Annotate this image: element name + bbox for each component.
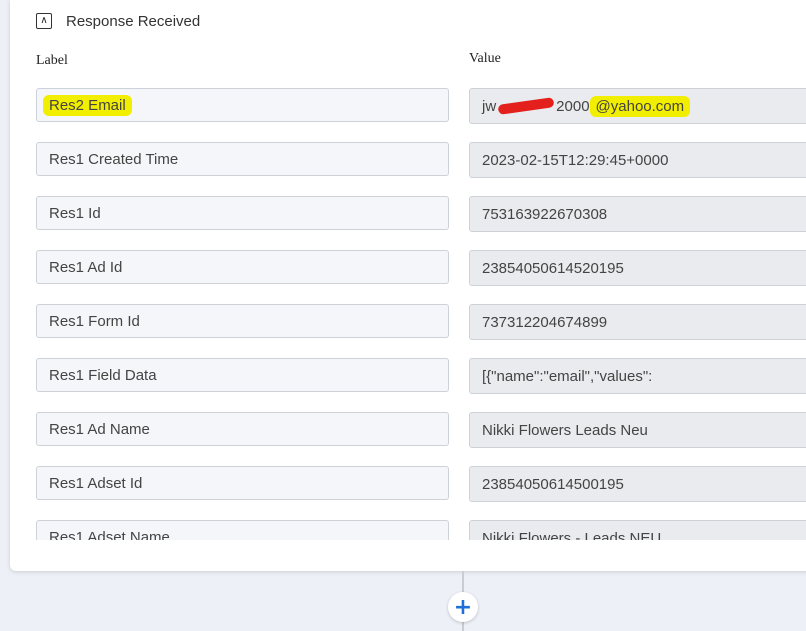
table-row: Res1 Ad Name Nikki Flowers Leads Neu <box>10 412 806 448</box>
label-field[interactable]: Res1 Adset Name <box>36 520 449 540</box>
field-list[interactable]: Res2 Email jw 2000 @yahoo.com Res1 Creat… <box>10 0 806 540</box>
value-text-mid: 2000 <box>556 97 590 115</box>
label-field[interactable]: Res1 Id <box>36 196 449 230</box>
table-row: Res1 Form Id 737312204674899 <box>10 304 806 340</box>
table-row: Res2 Email jw 2000 @yahoo.com <box>10 88 806 124</box>
label-field[interactable]: Res1 Adset Id <box>36 466 449 500</box>
label-text: Res2 Email <box>43 94 132 116</box>
table-row: Res1 Adset Name Nikki Flowers - Leads NE… <box>10 520 806 540</box>
plus-icon[interactable]: + <box>448 592 478 622</box>
response-card: ∧ Response Received Label Value Res2 Ema… <box>10 0 806 571</box>
label-field[interactable]: Res1 Form Id <box>36 304 449 338</box>
value-field[interactable]: 2023-02-15T12:29:45+0000 <box>469 142 806 178</box>
label-field[interactable]: Res2 Email <box>36 88 449 122</box>
value-field[interactable]: 23854050614500195 <box>469 466 806 502</box>
value-text-start: jw <box>482 97 497 115</box>
redaction-mark <box>497 97 555 115</box>
value-field[interactable]: jw 2000 @yahoo.com <box>469 88 806 124</box>
table-row: Res1 Ad Id 23854050614520195 <box>10 250 806 286</box>
value-field[interactable]: 23854050614520195 <box>469 250 806 286</box>
value-field[interactable]: Nikki Flowers - Leads NEU <box>469 520 806 540</box>
value-field[interactable]: [{"name":"email","values": <box>469 358 806 394</box>
label-field[interactable]: Res1 Created Time <box>36 142 449 176</box>
label-field[interactable]: Res1 Ad Name <box>36 412 449 446</box>
label-field[interactable]: Res1 Ad Id <box>36 250 449 284</box>
value-text-end: @yahoo.com <box>589 95 691 117</box>
value-field[interactable]: Nikki Flowers Leads Neu <box>469 412 806 448</box>
label-field[interactable]: Res1 Field Data <box>36 358 449 392</box>
value-field[interactable]: 753163922670308 <box>469 196 806 232</box>
table-row: Res1 Id 753163922670308 <box>10 196 806 232</box>
table-row: Res1 Created Time 2023-02-15T12:29:45+00… <box>10 142 806 178</box>
value-field[interactable]: 737312204674899 <box>469 304 806 340</box>
table-row: Res1 Field Data [{"name":"email","values… <box>10 358 806 394</box>
table-row: Res1 Adset Id 23854050614500195 <box>10 466 806 502</box>
